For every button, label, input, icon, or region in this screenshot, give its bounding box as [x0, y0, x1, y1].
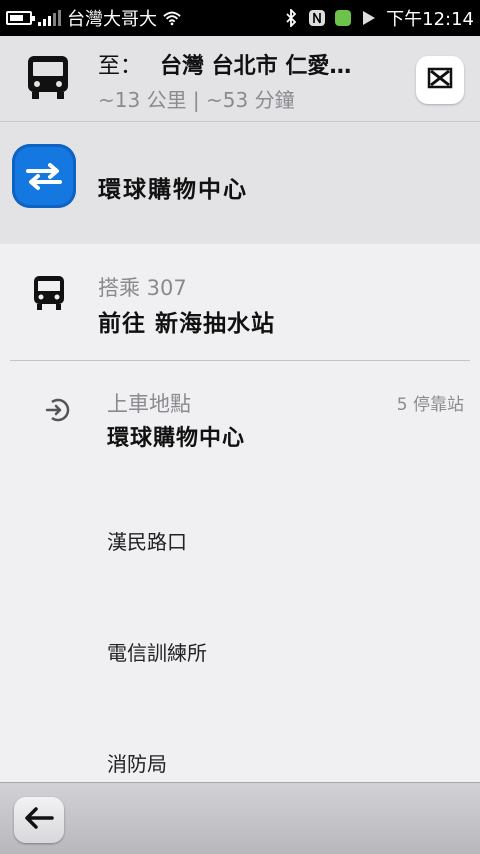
status-bar: 台灣大哥大 下午12:14	[0, 0, 480, 36]
destination-label: 至：	[98, 54, 143, 79]
bottom-toolbar	[0, 782, 480, 854]
wifi-icon	[163, 9, 181, 27]
bus-step-icon	[32, 274, 66, 312]
origin-row[interactable]: 環球購物中心	[0, 122, 480, 244]
signal-icon	[38, 10, 61, 26]
clock: 下午12:14	[386, 9, 474, 30]
back-arrow-icon	[23, 806, 55, 834]
carrier-name: 台灣大哥大	[67, 9, 157, 30]
ride-direction: 前往 新海抽水站	[98, 311, 276, 337]
stop-item[interactable]: 消防局	[107, 748, 167, 777]
status-right: 下午12:14	[282, 5, 480, 31]
status-left: 台灣大哥大	[0, 5, 181, 31]
close-route-icon	[426, 66, 454, 94]
stop-item[interactable]: 電信訓練所	[107, 637, 207, 666]
stop-item[interactable]: 漢民路口	[107, 526, 187, 555]
notification-icon	[360, 9, 378, 27]
boarding-label: 上車地點	[107, 392, 191, 416]
battery-icon	[6, 11, 35, 25]
ride-step[interactable]: 搭乘 307 前往 新海抽水站	[0, 244, 480, 362]
bluetooth-icon	[282, 9, 300, 27]
boarding-enter-icon	[44, 396, 72, 424]
boarding-point[interactable]: 上車地點 5 停靠站 環球購物中心	[0, 380, 480, 460]
stop-count: 5 停靠站	[396, 395, 464, 415]
android-icon	[334, 9, 352, 27]
screen: 台灣大哥大 下午12:14 至： 台灣 台北市 仁愛… ~13 公里 | ~53…	[0, 0, 480, 854]
boarding-stop-name: 環球購物中心	[107, 426, 246, 451]
origin-place: 環球購物中心	[98, 177, 248, 203]
ride-line-label: 搭乘 307	[98, 276, 187, 300]
nfc-icon	[308, 9, 326, 27]
divider	[10, 360, 470, 361]
route-header: 至： 台灣 台北市 仁愛… ~13 公里 | ~53 分鐘	[0, 36, 480, 122]
back-button[interactable]	[14, 797, 64, 843]
destination-text: 台灣 台北市 仁愛…	[160, 54, 352, 79]
swap-direction-icon[interactable]	[12, 144, 76, 208]
close-navigation-button[interactable]	[416, 56, 464, 104]
distance-duration: ~13 公里 | ~53 分鐘	[98, 88, 295, 112]
bus-icon	[26, 54, 70, 100]
